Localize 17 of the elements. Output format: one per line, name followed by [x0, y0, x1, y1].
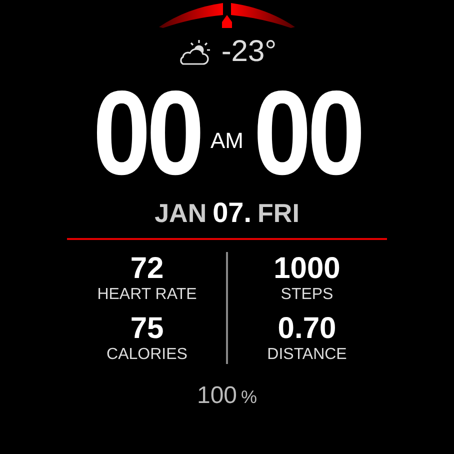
stat-value: 0.70	[278, 312, 336, 346]
temperature: -23°	[221, 37, 277, 67]
stat-label: HEART RATE	[97, 286, 197, 304]
battery-unit: %	[241, 386, 258, 409]
stat-value: 1000	[274, 252, 340, 286]
minute: 00	[254, 74, 362, 194]
stat-label: STEPS	[280, 286, 334, 304]
stat-label: DISTANCE	[267, 346, 347, 364]
stat-value: 75	[130, 312, 164, 346]
date-day: 07.	[212, 192, 252, 234]
hour: 00	[92, 74, 200, 194]
weekday: FRI	[258, 197, 300, 230]
stat-value: 72	[130, 252, 164, 286]
stat-label: CALORIES	[106, 346, 188, 364]
battery-level: 100	[196, 381, 238, 411]
period: AM	[210, 130, 244, 152]
date-month: JAN	[154, 197, 207, 230]
